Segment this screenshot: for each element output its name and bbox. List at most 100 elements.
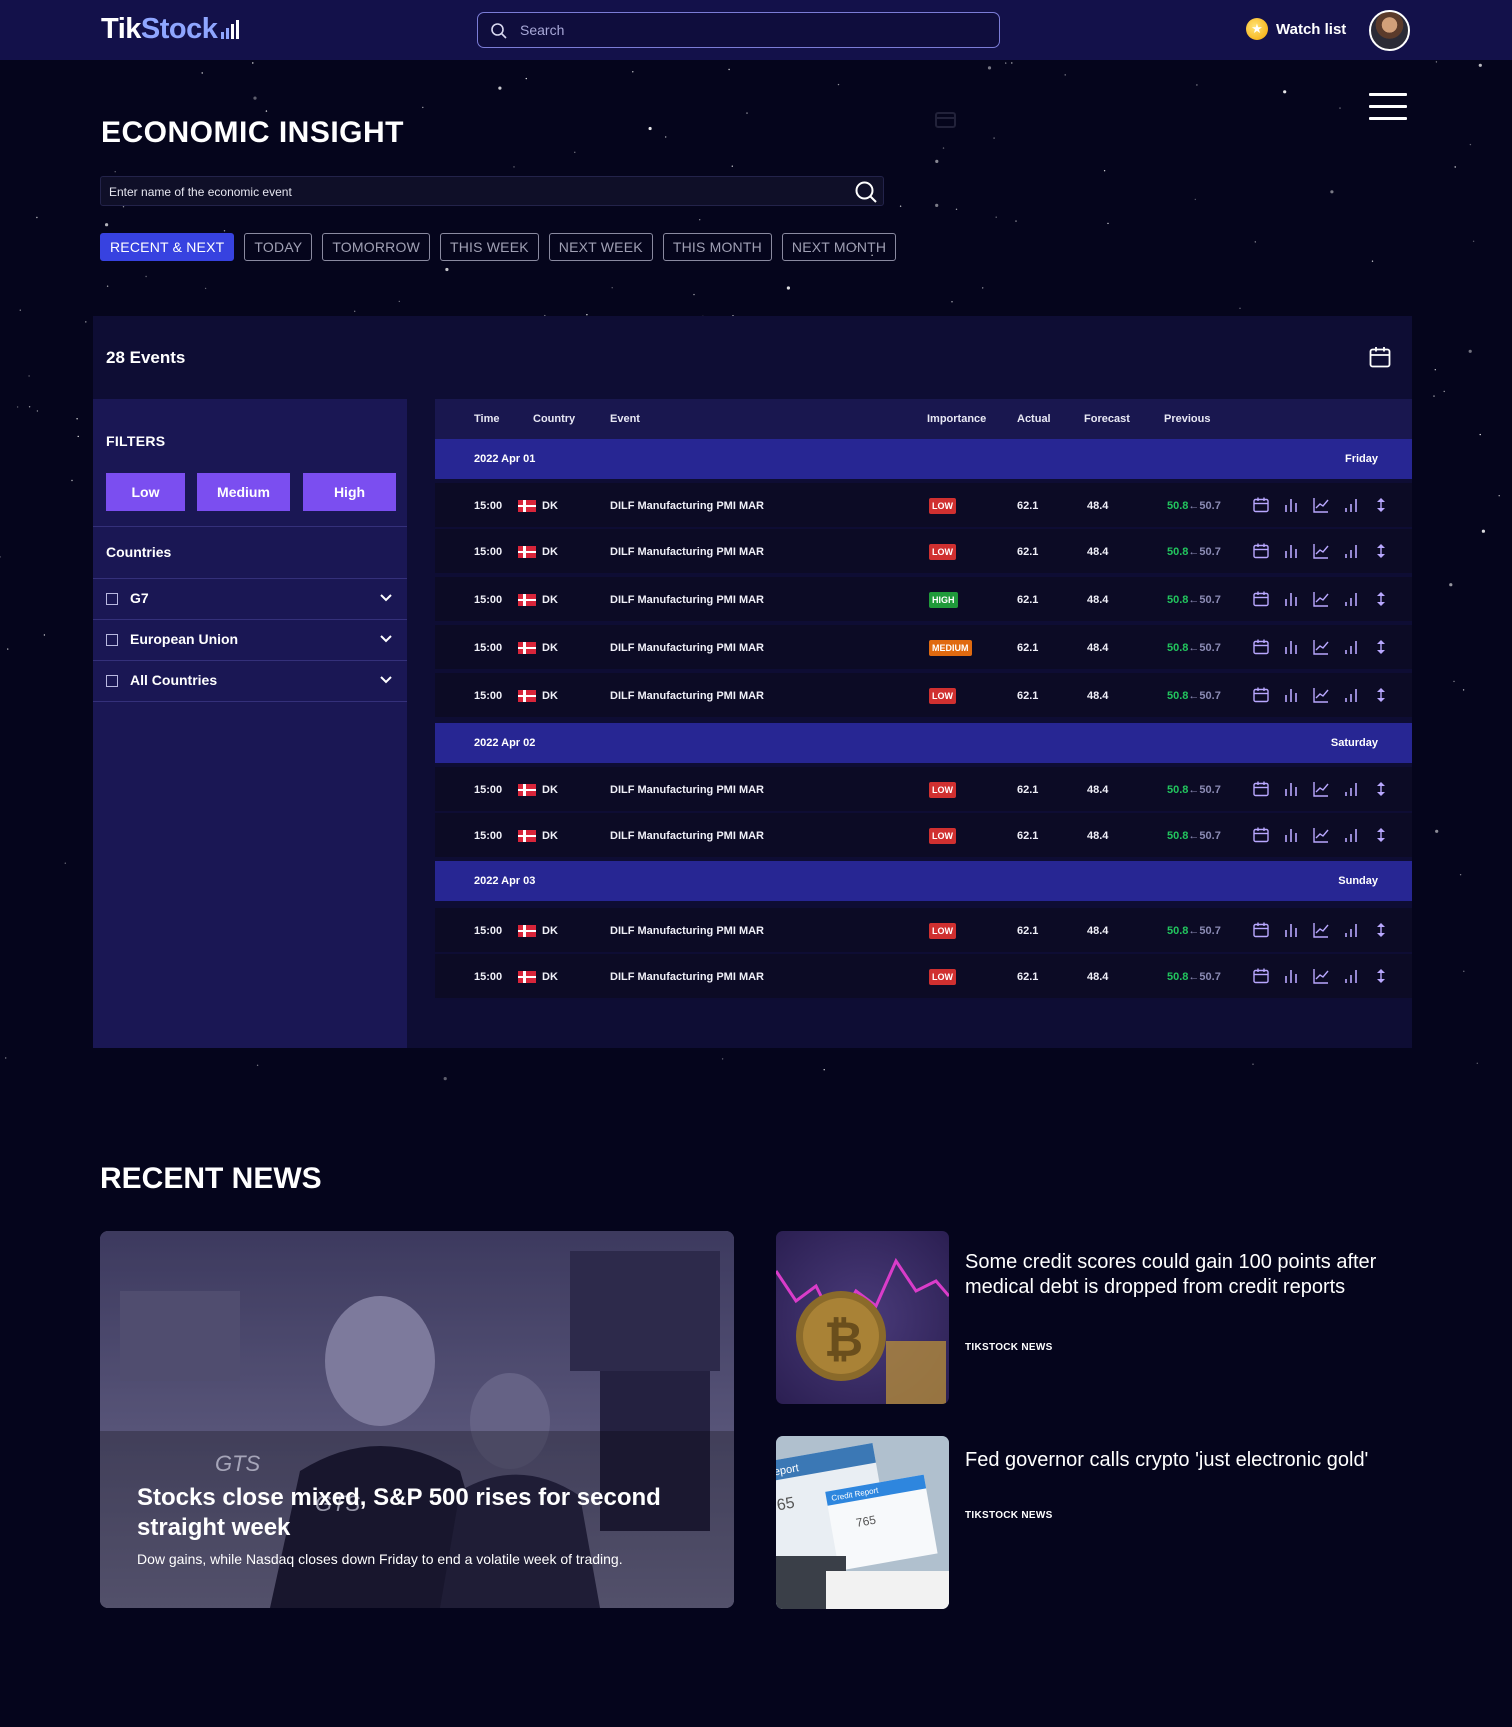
event-name[interactable]: DILF Manufacturing PMI MAR [610,690,764,702]
chevron-down-icon[interactable] [379,673,393,687]
search-icon[interactable] [854,180,878,204]
table-row[interactable]: 15:00 DK DILF Manufacturing PMI MAR LOW 62.1… [435,673,1412,717]
avatar[interactable] [1369,10,1410,51]
event-name[interactable]: DILF Manufacturing PMI MAR [610,925,764,937]
line-chart-icon[interactable] [1313,543,1329,559]
signal-icon[interactable] [1343,497,1359,513]
table-row[interactable]: 15:00 DK DILF Manufacturing PMI MAR LOW 62.1… [435,767,1412,811]
event-name[interactable]: DILF Manufacturing PMI MAR [610,642,764,654]
sort-icon[interactable] [1373,827,1389,843]
tab-today[interactable]: TODAY [244,233,313,261]
event-name[interactable]: DILF Manufacturing PMI MAR [610,594,764,606]
bar-chart-icon[interactable] [1283,591,1299,607]
signal-icon[interactable] [1343,781,1359,797]
bar-chart-icon[interactable] [1283,543,1299,559]
calendar-icon[interactable] [1253,543,1269,559]
country-group-european-union[interactable]: European Union [93,620,407,660]
line-chart-icon[interactable] [1313,497,1329,513]
calendar-icon[interactable] [1253,687,1269,703]
watchlist-button[interactable]: ★ Watch list [1246,18,1346,40]
sort-icon[interactable] [1373,968,1389,984]
filter-low-button[interactable]: Low [106,473,185,511]
calendar-icon[interactable] [1253,922,1269,938]
bar-chart-icon[interactable] [1283,968,1299,984]
sort-icon[interactable] [1373,922,1389,938]
line-chart-icon[interactable] [1313,827,1329,843]
checkbox[interactable] [106,593,118,605]
calendar-icon[interactable] [1253,591,1269,607]
sort-icon[interactable] [1373,543,1389,559]
table-row[interactable]: 15:00 DK DILF Manufacturing PMI MAR LOW 62.1… [435,954,1412,998]
column-header-event[interactable]: Event [610,413,640,425]
table-row[interactable]: 15:00 DK DILF Manufacturing PMI MAR LOW 62.1… [435,529,1412,573]
featured-news-card[interactable]: GTS GTS Stocks close mixed, S&P 500 rise… [100,1231,734,1608]
calendar-icon[interactable] [1253,827,1269,843]
table-row[interactable]: 15:00 DK DILF Manufacturing PMI MAR LOW 62.1… [435,483,1412,527]
event-name[interactable]: DILF Manufacturing PMI MAR [610,830,764,842]
news-thumbnail[interactable]: ₿ [776,1231,949,1404]
news-thumbnail[interactable]: Report Credit Report 65 765 [776,1436,949,1609]
event-name[interactable]: DILF Manufacturing PMI MAR [610,500,764,512]
featured-news-title[interactable]: Stocks close mixed, S&P 500 rises for se… [137,1483,697,1543]
sort-icon[interactable] [1373,687,1389,703]
filter-medium-button[interactable]: Medium [197,473,290,511]
signal-icon[interactable] [1343,968,1359,984]
sort-icon[interactable] [1373,591,1389,607]
event-name[interactable]: DILF Manufacturing PMI MAR [610,784,764,796]
column-header-importance[interactable]: Importance [927,413,986,425]
news-item-title[interactable]: Some credit scores could gain 100 points… [965,1250,1405,1300]
tab-next-month[interactable]: NEXT MONTH [781,233,897,261]
chevron-down-icon[interactable] [379,591,393,605]
line-chart-icon[interactable] [1313,687,1329,703]
country-group-g7[interactable]: G7 [93,579,407,619]
sort-icon[interactable] [1373,781,1389,797]
tab-this-month[interactable]: THIS MONTH [662,233,772,261]
calendar-icon[interactable] [1253,781,1269,797]
calendar-icon[interactable] [1369,346,1391,368]
line-chart-icon[interactable] [1313,591,1329,607]
signal-icon[interactable] [1343,639,1359,655]
signal-icon[interactable] [1343,687,1359,703]
line-chart-icon[interactable] [1313,781,1329,797]
column-header-forecast[interactable]: Forecast [1084,413,1130,425]
event-search-input[interactable] [109,182,829,202]
sort-icon[interactable] [1373,639,1389,655]
tab-tomorrow[interactable]: TOMORROW [322,233,430,261]
menu-icon[interactable] [1369,93,1407,121]
signal-icon[interactable] [1343,543,1359,559]
column-header-country[interactable]: Country [533,413,575,425]
bar-chart-icon[interactable] [1283,827,1299,843]
table-row[interactable]: 15:00 DK DILF Manufacturing PMI MAR LOW 62.1… [435,908,1412,952]
column-header-time[interactable]: Time [474,413,499,425]
line-chart-icon[interactable] [1313,968,1329,984]
column-header-actual[interactable]: Actual [1017,413,1051,425]
tab-next-week[interactable]: NEXT WEEK [548,233,653,261]
checkbox[interactable] [106,675,118,687]
table-row[interactable]: 15:00 DK DILF Manufacturing PMI MAR HIGH 62.… [435,577,1412,621]
bar-chart-icon[interactable] [1283,922,1299,938]
bar-chart-icon[interactable] [1283,497,1299,513]
line-chart-icon[interactable] [1313,639,1329,655]
tab-recent-next[interactable]: RECENT & NEXT [100,233,235,261]
tab-this-week[interactable]: THIS WEEK [439,233,539,261]
event-name[interactable]: DILF Manufacturing PMI MAR [610,546,764,558]
checkbox[interactable] [106,634,118,646]
signal-icon[interactable] [1343,827,1359,843]
table-row[interactable]: 15:00 DK DILF Manufacturing PMI MAR MEDIUM 6… [435,625,1412,669]
logo[interactable]: TikStock [101,13,218,46]
event-name[interactable]: DILF Manufacturing PMI MAR [610,971,764,983]
bar-chart-icon[interactable] [1283,781,1299,797]
search-input[interactable] [520,19,980,41]
event-search[interactable] [100,176,884,206]
filter-high-button[interactable]: High [303,473,396,511]
bar-chart-icon[interactable] [1283,639,1299,655]
signal-icon[interactable] [1343,591,1359,607]
chevron-down-icon[interactable] [379,632,393,646]
country-group-all-countries[interactable]: All Countries [93,661,407,701]
bar-chart-icon[interactable] [1283,687,1299,703]
line-chart-icon[interactable] [1313,922,1329,938]
sort-icon[interactable] [1373,497,1389,513]
calendar-icon[interactable] [1253,497,1269,513]
column-header-previous[interactable]: Previous [1164,413,1210,425]
table-row[interactable]: 15:00 DK DILF Manufacturing PMI MAR LOW 62.1… [435,813,1412,857]
